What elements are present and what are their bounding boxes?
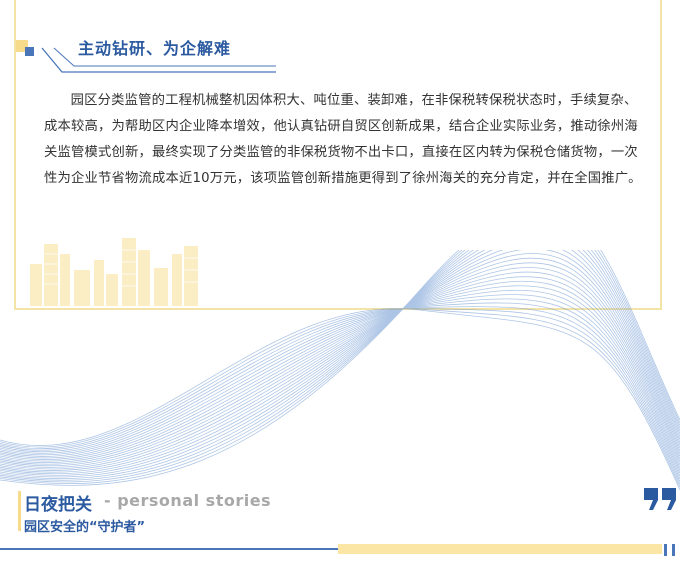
wave-decoration — [0, 250, 680, 491]
footer-subtitle: 园区安全的“守护者” — [24, 520, 146, 535]
wave-line — [0, 280, 680, 465]
wave-line — [0, 253, 680, 470]
footer-line-blue — [0, 548, 338, 550]
wave-line — [0, 250, 680, 473]
footer-line-yellow — [338, 544, 662, 554]
footer-tick — [664, 544, 667, 556]
wave-line — [0, 294, 680, 474]
footer-title: 日夜把关 — [24, 495, 92, 515]
wave-line — [0, 289, 680, 471]
wave-line — [0, 250, 680, 483]
footer-english-title: - personal stories — [104, 491, 272, 510]
footer-tick — [672, 544, 675, 556]
section-title: 主动钻研、为企解难 — [78, 39, 232, 58]
wave-line — [0, 306, 680, 482]
footer-accent-bar — [18, 491, 21, 531]
article-paragraph: 园区分类监管的工程机械整机因体积大、吨位重、装卸难，在非保税转保税状态时，手续复… — [44, 93, 642, 186]
wave-line — [0, 250, 680, 485]
wave-line — [0, 298, 680, 477]
wave-line — [0, 285, 680, 468]
quote-icon — [644, 488, 676, 510]
section-header: 主动钻研、为企解难 — [16, 26, 316, 74]
